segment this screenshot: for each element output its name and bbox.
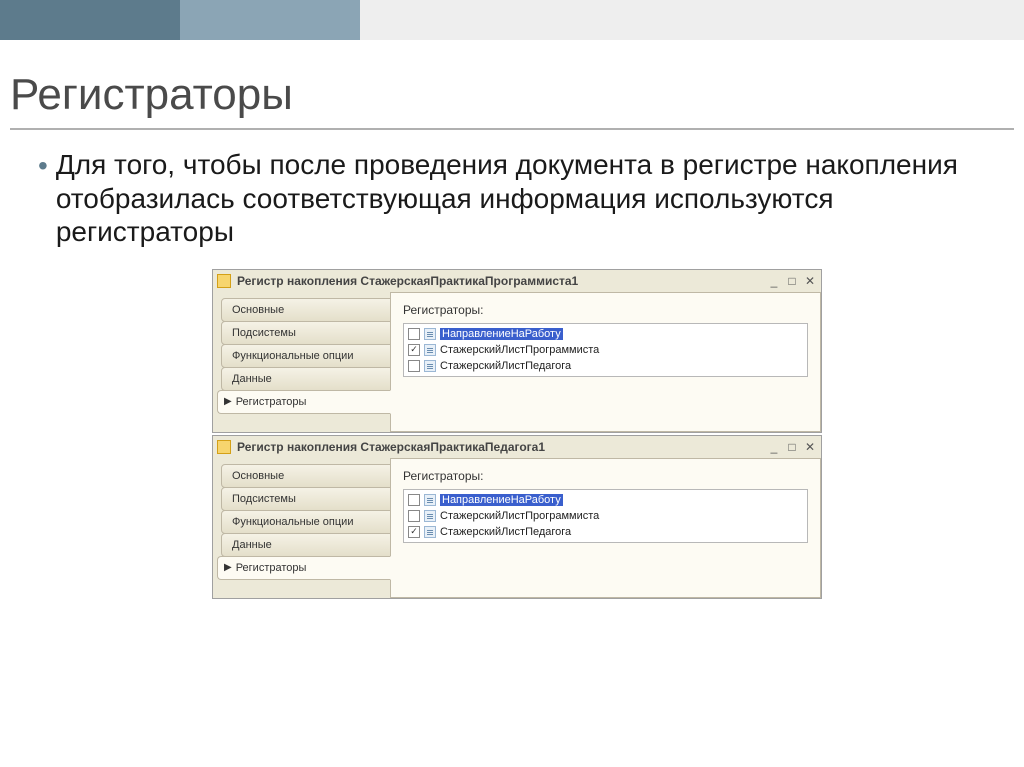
tab-osnovnye[interactable]: Основные xyxy=(221,298,391,322)
item-label: СтажерскийЛистПедагога xyxy=(440,526,571,538)
document-icon xyxy=(424,510,436,522)
item-label: НаправлениеНаРаботу xyxy=(440,494,563,506)
maximize-button[interactable]: □ xyxy=(785,440,799,454)
registrators-list: НаправлениеНаРаботу СтажерскийЛистПрогра… xyxy=(403,489,808,543)
item-label: СтажерскийЛистПедагога xyxy=(440,360,571,372)
tab-nav: Основные Подсистемы Функциональные опции… xyxy=(213,292,391,432)
window-pedagoga: Регистр накопления СтажерскаяПрактикаПед… xyxy=(212,435,822,599)
content-panel: Регистраторы: НаправлениеНаРаботу Стажер… xyxy=(390,458,821,598)
section-label: Регистраторы: xyxy=(403,303,808,317)
slide-title: Регистраторы xyxy=(10,70,1024,120)
tab-podsistemy[interactable]: Подсистемы xyxy=(221,321,391,345)
chevron-right-icon: ▶ xyxy=(224,396,232,407)
list-item[interactable]: ✓ СтажерскийЛистПедагога xyxy=(406,524,805,540)
tab-dannye[interactable]: Данные xyxy=(221,367,391,391)
checkbox[interactable] xyxy=(408,494,420,506)
list-item[interactable]: НаправлениеНаРаботу xyxy=(406,492,805,508)
item-label: СтажерскийЛистПрограммиста xyxy=(440,510,599,522)
tab-label: Регистраторы xyxy=(236,396,307,408)
checkbox[interactable] xyxy=(408,510,420,522)
close-button[interactable]: ✕ xyxy=(803,274,817,288)
list-item[interactable]: ✓ СтажерскийЛистПрограммиста xyxy=(406,342,805,358)
document-icon xyxy=(424,344,436,356)
tab-osnovnye[interactable]: Основные xyxy=(221,464,391,488)
registrators-list: НаправлениеНаРаботу ✓ СтажерскийЛистПрог… xyxy=(403,323,808,377)
window-title: Регистр накопления СтажерскаяПрактикаПро… xyxy=(237,274,767,288)
decorative-band xyxy=(0,0,1024,40)
titlebar[interactable]: Регистр накопления СтажерскаяПрактикаПро… xyxy=(213,270,821,292)
tab-registratory[interactable]: ▶ Регистраторы xyxy=(217,390,391,414)
item-label: СтажерскийЛистПрограммиста xyxy=(440,344,599,356)
window-icon xyxy=(217,274,231,288)
tab-funktsionalnye-optsii[interactable]: Функциональные опции xyxy=(221,510,391,534)
window-icon xyxy=(217,440,231,454)
chevron-right-icon: ▶ xyxy=(224,562,232,573)
windows-area: Регистр накопления СтажерскаяПрактикаПро… xyxy=(212,269,822,599)
item-label: НаправлениеНаРаботу xyxy=(440,328,563,340)
document-icon xyxy=(424,328,436,340)
titlebar[interactable]: Регистр накопления СтажерскаяПрактикаПед… xyxy=(213,436,821,458)
checkbox[interactable]: ✓ xyxy=(408,526,420,538)
section-label: Регистраторы: xyxy=(403,469,808,483)
maximize-button[interactable]: □ xyxy=(785,274,799,288)
checkbox[interactable] xyxy=(408,328,420,340)
checkbox[interactable]: ✓ xyxy=(408,344,420,356)
window-programmista: Регистр накопления СтажерскаяПрактикаПро… xyxy=(212,269,822,433)
tab-dannye[interactable]: Данные xyxy=(221,533,391,557)
checkbox[interactable] xyxy=(408,360,420,372)
close-button[interactable]: ✕ xyxy=(803,440,817,454)
band-dark xyxy=(0,0,180,40)
tab-funktsionalnye-optsii[interactable]: Функциональные опции xyxy=(221,344,391,368)
band-light xyxy=(360,0,1024,40)
minimize-button[interactable]: _ xyxy=(767,440,781,454)
bullet-icon: • xyxy=(38,150,48,182)
tab-podsistemy[interactable]: Подсистемы xyxy=(221,487,391,511)
tab-label: Регистраторы xyxy=(236,562,307,574)
bullet-text: Для того, чтобы после проведения докумен… xyxy=(56,148,1000,249)
bullet-block: • Для того, чтобы после проведения докум… xyxy=(38,148,1000,249)
document-icon xyxy=(424,494,436,506)
band-mid xyxy=(180,0,360,40)
content-panel: Регистраторы: НаправлениеНаРаботу ✓ Стаж… xyxy=(390,292,821,432)
tab-nav: Основные Подсистемы Функциональные опции… xyxy=(213,458,391,598)
tab-registratory[interactable]: ▶ Регистраторы xyxy=(217,556,391,580)
list-item[interactable]: НаправлениеНаРаботу xyxy=(406,326,805,342)
list-item[interactable]: СтажерскийЛистПедагога xyxy=(406,358,805,374)
title-underline xyxy=(10,128,1014,130)
window-title: Регистр накопления СтажерскаяПрактикаПед… xyxy=(237,440,767,454)
document-icon xyxy=(424,360,436,372)
minimize-button[interactable]: _ xyxy=(767,274,781,288)
document-icon xyxy=(424,526,436,538)
list-item[interactable]: СтажерскийЛистПрограммиста xyxy=(406,508,805,524)
